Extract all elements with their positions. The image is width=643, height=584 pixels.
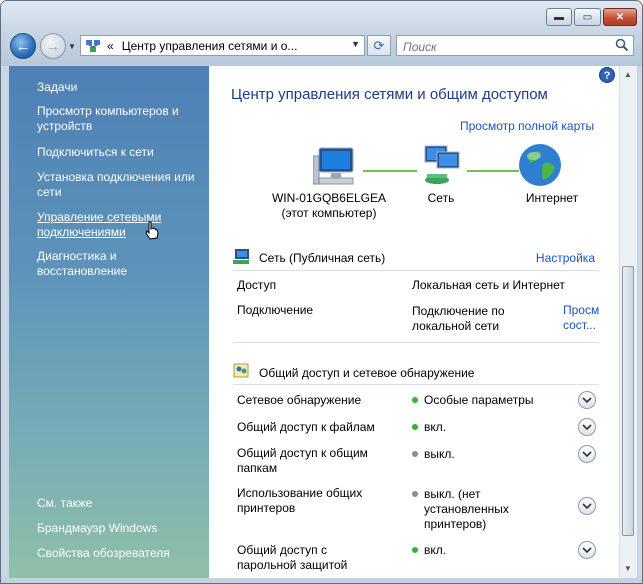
status-text: выкл. (нет установленных принтеров): [424, 487, 509, 531]
view-status-link[interactable]: Просм сост...: [563, 303, 599, 333]
vertical-scrollbar[interactable]: ▲ ▼: [619, 66, 637, 578]
scroll-down-icon[interactable]: ▼: [624, 564, 632, 573]
window-frame-bottom: [1, 578, 642, 583]
network-small-icon: [233, 248, 253, 269]
task-pane: Задачи Просмотр компьютеров и устройств …: [9, 66, 209, 578]
sharing-row-status: выкл.: [412, 447, 455, 462]
internet-label: Интернет: [525, 191, 579, 205]
close-button[interactable]: ✕: [603, 8, 637, 26]
back-icon[interactable]: ←: [10, 33, 36, 59]
sharing-row-label: Общий доступ к общим папкам: [237, 446, 368, 475]
breadcrumb[interactable]: Центр управления сетями и о...: [122, 39, 298, 53]
page-title: Центр управления сетями и общим доступом: [231, 86, 548, 103]
sharing-row-label: Общий доступ с парольной защитой: [237, 543, 348, 572]
sharing-heading: Общий доступ и сетевое обнаружение: [259, 366, 475, 380]
task-manage-connections[interactable]: Управление сетевыми подключениями: [37, 210, 202, 240]
sharing-row-label: Использование общих принтеров: [237, 486, 363, 515]
history-dropdown-icon[interactable]: ▼: [68, 42, 76, 51]
see-also-heading: См. также: [37, 496, 93, 510]
task-view-computers[interactable]: Просмотр компьютеров и устройств: [37, 104, 202, 134]
status-dot: [412, 450, 418, 457]
view-status-link-line2[interactable]: сост...: [563, 318, 596, 332]
sharing-row-label: Общий доступ к файлам: [237, 420, 375, 434]
network-folder-icon: [85, 39, 101, 53]
connection-value: Подключение по локальной сети: [412, 304, 505, 333]
scrollbar-thumb[interactable]: [622, 266, 634, 536]
status-text: выкл.: [424, 447, 455, 461]
address-bar[interactable]: « Центр управления сетями и о... ▼: [80, 35, 365, 56]
status-text: вкл.: [424, 420, 447, 434]
tasks-heading: Задачи: [37, 80, 78, 94]
internet-line: [467, 170, 519, 172]
status-dot: [412, 490, 418, 497]
computer-subtitle: (этот компьютер): [281, 206, 377, 220]
view-status-link-line1[interactable]: Просм: [563, 303, 599, 317]
chevron-down-icon[interactable]: [578, 418, 596, 436]
computer-name: WIN-01GQB6ELGEA: [271, 191, 387, 205]
minimize-button[interactable]: ▬: [546, 8, 572, 26]
chevron-down-icon[interactable]: [578, 445, 596, 463]
network-section-header: Сеть (Публичная сеть) Настройка: [233, 248, 599, 271]
computer-icon: [312, 142, 361, 191]
status-text: Особые параметры: [424, 393, 534, 407]
access-value: Локальная сеть и Интернет: [412, 278, 565, 292]
sharing-row-status: выкл. (нет установленных принтеров): [412, 487, 554, 532]
search-input[interactable]: [401, 37, 605, 56]
status-text: вкл.: [424, 543, 447, 557]
access-label: Доступ: [237, 278, 277, 292]
sharing-row-status: Особые параметры: [412, 393, 534, 408]
connection-line: [363, 170, 417, 172]
forward-icon[interactable]: →: [40, 33, 66, 59]
network-name: Сеть (Публичная сеть): [259, 251, 386, 265]
customize-link[interactable]: Настройка: [536, 251, 595, 265]
scroll-up-icon[interactable]: ▲: [624, 70, 632, 79]
search-box[interactable]: [396, 35, 634, 56]
chevron-down-icon[interactable]: [578, 497, 596, 515]
divider: [233, 342, 599, 343]
breadcrumb-separator[interactable]: «: [107, 39, 114, 53]
window: ▬ ▭ ✕ ← → ▼ « Центр управления сетями и …: [0, 0, 643, 584]
svg-text:?: ?: [604, 70, 611, 82]
globe-icon: [517, 142, 563, 191]
address-dropdown-icon[interactable]: ▼: [351, 39, 360, 49]
hand-cursor-icon: [144, 221, 160, 244]
see-also-internet-options[interactable]: Свойства обозревателя: [37, 546, 202, 561]
sharing-section-header: Общий доступ и сетевое обнаружение: [233, 362, 599, 385]
search-icon[interactable]: [615, 38, 629, 55]
refresh-icon[interactable]: ⟳: [367, 35, 391, 56]
network-label: Сеть: [427, 191, 455, 205]
maximize-button[interactable]: ▭: [574, 8, 601, 26]
sharing-row-status: вкл.: [412, 420, 446, 435]
see-also-firewall[interactable]: Брандмауэр Windows: [37, 521, 202, 536]
main-panel: Центр управления сетями и общим доступом…: [209, 66, 619, 578]
task-connect-network[interactable]: Подключиться к сети: [37, 145, 202, 160]
status-dot: [412, 423, 418, 430]
sharing-row-label: Сетевое обнаружение: [237, 393, 362, 407]
sharing-icon: [233, 363, 251, 382]
chevron-down-icon[interactable]: [578, 391, 596, 409]
connection-label: Подключение: [237, 303, 314, 317]
network-icon: [419, 144, 465, 191]
status-dot: [412, 546, 418, 553]
sharing-row-status: вкл.: [412, 543, 446, 558]
help-icon[interactable]: ?: [599, 67, 615, 86]
view-full-map-link[interactable]: Просмотр полной карты: [460, 119, 594, 133]
task-diagnose[interactable]: Диагностика и восстановление: [37, 249, 202, 279]
task-setup-connection[interactable]: Установка подключения или сети: [37, 170, 202, 200]
status-dot: [412, 396, 418, 403]
chevron-down-icon[interactable]: [578, 541, 596, 559]
